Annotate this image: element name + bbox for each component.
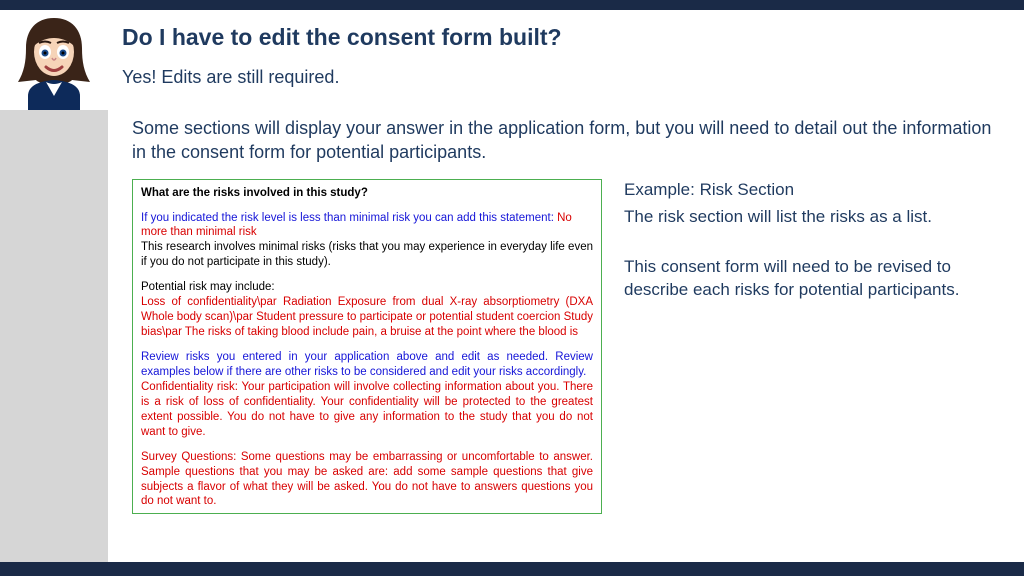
note-2: The risk section will list the risks as … [624, 206, 1000, 229]
avatar-container [0, 10, 108, 110]
side-notes: Example: Risk Section The risk section w… [624, 179, 1000, 515]
intro-paragraph: Some sections will display your answer i… [132, 116, 1000, 165]
black-text-2: Potential risk may include: [141, 280, 593, 295]
example-block-4: Survey Questions: Some questions may be … [141, 450, 593, 510]
blue-text-2: Review risks you entered in your applica… [141, 350, 593, 380]
blue-text-1: If you indicated the risk level is less … [141, 212, 557, 224]
example-block-1: If you indicated the risk level is less … [141, 211, 593, 271]
subtitle-text: Yes! Edits are still required. [122, 67, 1024, 88]
top-bar [0, 0, 1024, 10]
red-text-1: Loss of confidentiality\par Radiation Ex… [141, 295, 593, 340]
risk-example-box: What are the risks involved in this stud… [132, 179, 602, 515]
example-heading: What are the risks involved in this stud… [141, 186, 593, 201]
main-content: Do I have to edit the consent form built… [108, 10, 1024, 562]
example-block-2: Potential risk may include: Loss of conf… [141, 280, 593, 340]
bottom-bar [0, 562, 1024, 576]
red-text-2: Confidentiality risk: Your participation… [141, 380, 593, 440]
note-3: This consent form will need to be revise… [624, 256, 1000, 302]
black-text-1: This research involves minimal risks (ri… [141, 240, 593, 270]
note-1: Example: Risk Section [624, 179, 1000, 202]
example-block-3: Review risks you entered in your applica… [141, 350, 593, 440]
red-text-3: Survey Questions: Some questions may be … [141, 450, 593, 510]
page-title: Do I have to edit the consent form built… [122, 24, 1024, 51]
two-column-layout: What are the risks involved in this stud… [132, 179, 1000, 515]
avatar-icon [6, 12, 102, 110]
